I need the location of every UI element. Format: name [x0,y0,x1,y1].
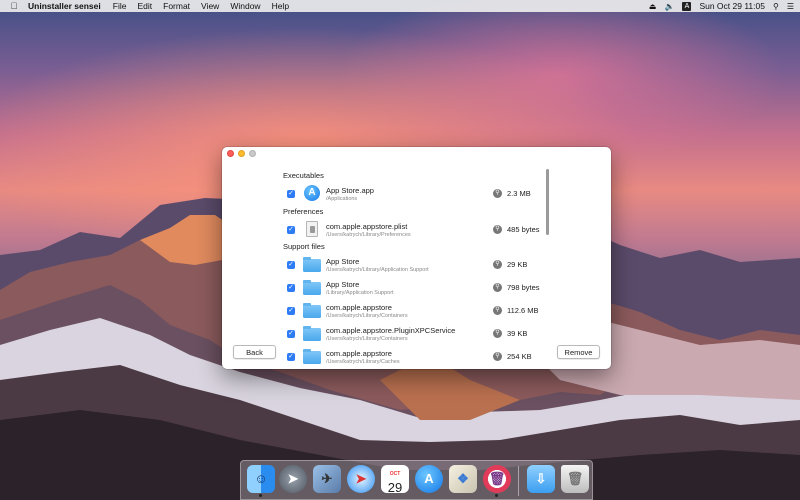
file-size: 112.6 MB [507,306,539,315]
uninstaller-window: Executables ✓ A App Store.app /Applicati… [222,147,611,369]
remove-button[interactable]: Remove [557,345,600,359]
close-button[interactable] [227,150,234,157]
clock[interactable]: Sun Oct 29 11:05 [699,1,765,11]
notification-center-icon[interactable]: ☰ [787,2,794,11]
checkbox[interactable]: ✓ [287,261,295,269]
input-source-icon[interactable]: A [682,1,692,11]
preview-icon[interactable]: ✈ [313,465,341,493]
app-menu[interactable]: Uninstaller sensei [28,1,101,11]
checkbox[interactable]: ✓ [287,226,295,234]
file-size: 798 bytes [507,283,540,292]
menu-file[interactable]: File [113,1,127,11]
folder-icon [303,303,321,318]
section-support-files: Support files [283,242,325,251]
reveal-in-finder-icon[interactable]: ⚲ [493,283,502,292]
spotlight-icon[interactable]: ⚲ [773,2,779,11]
trash-icon[interactable]: 🗑 [561,465,589,493]
calendar-icon[interactable]: OCT 29 [381,465,409,495]
checkbox[interactable]: ✓ [287,353,295,361]
running-indicator [495,494,498,497]
apple-menu-icon[interactable]:  [0,1,28,11]
volume-icon[interactable]: 🔈 [664,2,674,11]
file-name: App Store [326,257,360,266]
file-size: 254 KB [507,352,532,361]
menu-window[interactable]: Window [230,1,260,11]
safari-icon[interactable]: ➤ [347,465,375,493]
checkbox[interactable]: ✓ [287,190,295,198]
calendar-month: OCT [389,471,401,477]
file-name: com.apple.appstore [326,303,392,312]
app-store-icon[interactable]: A [415,465,443,493]
file-path: /Users/katrych/Library/Preferences [326,232,411,238]
app-store-icon: A [304,185,320,201]
list-item[interactable]: ✓ com.apple.appstore.plist /Users/katryc… [284,220,554,242]
launchpad-icon[interactable]: ➤ [279,465,307,493]
folder-icon [303,257,321,272]
calendar-day: 29 [387,480,403,495]
list-item[interactable]: ✓ App Store /Library/Application Support… [284,278,554,300]
file-name: com.apple.appstore.plist [326,222,408,231]
menu-view[interactable]: View [201,1,219,11]
menu-help[interactable]: Help [272,1,289,11]
list-item[interactable]: ✓ com.apple.appstore.PluginXPCService /U… [284,324,554,346]
file-path: /Applications [326,196,358,202]
file-size: 29 KB [507,260,528,269]
zoom-button[interactable] [249,150,256,157]
downloads-folder-icon[interactable]: ⇩ [527,465,555,493]
file-path: /Library/Application Support [326,290,394,296]
folder-icon [303,349,321,364]
file-size: 39 KB [507,329,528,338]
menu-edit[interactable]: Edit [137,1,152,11]
list-item[interactable]: ✓ A App Store.app /Applications ⚲ 2.3 MB [284,184,554,206]
reveal-in-finder-icon[interactable]: ⚲ [493,260,502,269]
finder-icon[interactable]: ☺ [247,465,275,493]
running-indicator [259,494,262,497]
dock: ☺ ➤ ✈ ➤ OCT 29 A ❖ 🗑 ⇩ 🗑 [240,460,593,500]
file-name: App Store.app [326,186,374,195]
eject-icon[interactable]: ⏏ [649,2,657,11]
file-name: com.apple.appstore [326,349,392,358]
checkbox[interactable]: ✓ [287,330,295,338]
reveal-in-finder-icon[interactable]: ⚲ [493,352,502,361]
scrollbar[interactable] [546,169,549,235]
file-path: /Users/katrych/Library/Containers [326,313,408,319]
dock-separator [518,466,519,496]
file-size: 2.3 MB [507,189,531,198]
section-executables: Executables [283,171,324,180]
plist-file-icon [306,221,318,237]
section-preferences: Preferences [283,207,324,216]
reveal-in-finder-icon[interactable]: ⚲ [493,306,502,315]
file-name: App Store [326,280,360,289]
file-path: /Users/katrych/Library/Application Suppo… [326,267,429,273]
title-bar[interactable] [222,147,611,161]
minimize-button[interactable] [238,150,245,157]
back-button[interactable]: Back [233,345,276,359]
uninstaller-sensei-icon[interactable]: 🗑 [483,465,511,493]
file-name: com.apple.appstore.PluginXPCService [326,326,456,335]
list-item[interactable]: ✓ com.apple.appstore /Users/katrych/Libr… [284,347,554,369]
folder-icon [303,280,321,295]
checkbox[interactable]: ✓ [287,307,295,315]
file-path: /Users/katrych/Library/Caches [326,359,400,365]
reveal-in-finder-icon[interactable]: ⚲ [493,189,502,198]
list-item[interactable]: ✓ com.apple.appstore /Users/katrych/Libr… [284,301,554,323]
reveal-in-finder-icon[interactable]: ⚲ [493,329,502,338]
photos-preview-icon[interactable]: ❖ [449,465,477,493]
menu-format[interactable]: Format [163,1,190,11]
folder-icon [303,326,321,341]
file-size: 485 bytes [507,225,540,234]
checkbox[interactable]: ✓ [287,284,295,292]
file-path: /Users/katrych/Library/Containers [326,336,408,342]
menu-bar:  Uninstaller sensei File Edit Format Vi… [0,0,800,12]
reveal-in-finder-icon[interactable]: ⚲ [493,225,502,234]
list-item[interactable]: ✓ App Store /Users/katrych/Library/Appli… [284,255,554,277]
